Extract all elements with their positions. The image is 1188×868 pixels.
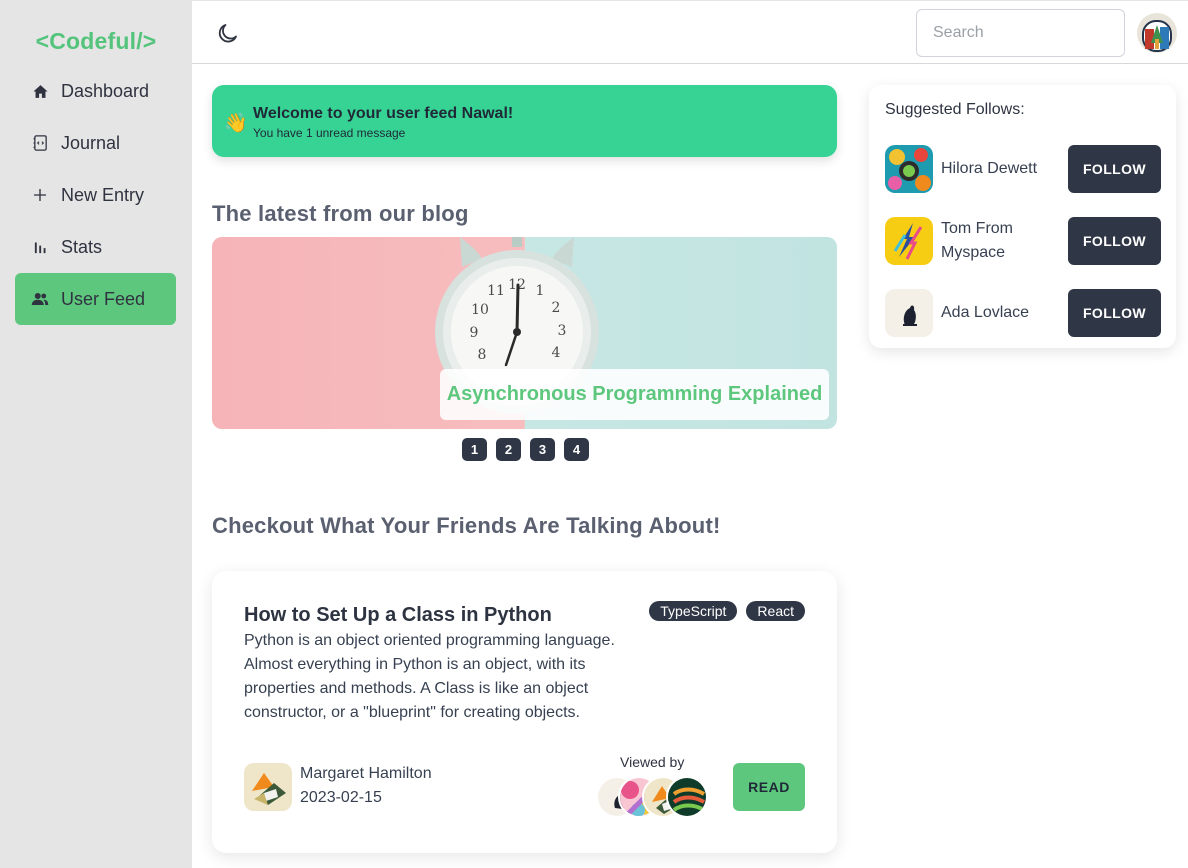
suggested-user-row: Ada Lovlace FOLLOW xyxy=(885,289,1161,337)
suggested-user-name[interactable]: Tom From Myspace xyxy=(941,217,1051,265)
home-icon xyxy=(31,82,49,100)
sidebar-item-label: New Entry xyxy=(61,184,145,205)
blog-post-caption[interactable]: Asynchronous Programming Explained xyxy=(440,369,829,420)
search-input[interactable] xyxy=(916,9,1125,57)
svg-text:3: 3 xyxy=(558,323,567,339)
carousel-pagination: 1 2 3 4 xyxy=(462,438,589,461)
post-card: How to Set Up a Class in Python TypeScri… xyxy=(212,571,837,853)
sidebar-item-label: Dashboard xyxy=(61,80,150,101)
author-name[interactable]: Margaret Hamilton xyxy=(300,765,432,783)
blog-carousel[interactable]: 1212 3411 1098 Asynchronous Programming … xyxy=(212,237,837,429)
users-icon xyxy=(31,290,49,308)
bar-chart-icon xyxy=(31,238,49,256)
author-avatar[interactable] xyxy=(244,763,292,811)
plus-icon xyxy=(31,186,49,204)
tag-typescript[interactable]: TypeScript xyxy=(649,601,738,621)
carousel-page-4[interactable]: 4 xyxy=(564,438,589,461)
carousel-page-1[interactable]: 1 xyxy=(462,438,487,461)
user-avatar[interactable] xyxy=(1137,13,1177,53)
post-date: 2023-02-15 xyxy=(300,789,382,806)
unread-message-text[interactable]: You have 1 unread message xyxy=(253,126,405,140)
app-logo[interactable]: <Codeful/> xyxy=(0,28,192,55)
tag-react[interactable]: React xyxy=(746,601,805,621)
post-title[interactable]: How to Set Up a Class in Python xyxy=(244,604,552,627)
post-body: Python is an object oriented programming… xyxy=(244,632,615,721)
sidebar-item-label: Journal xyxy=(61,132,121,153)
welcome-banner: 👋 Welcome to your user feed Nawal! You h… xyxy=(212,85,837,157)
suggested-user-row: Tom From Myspace FOLLOW xyxy=(885,217,1161,265)
sidebar-item-dashboard[interactable]: Dashboard xyxy=(15,65,176,117)
top-bar xyxy=(192,0,1188,64)
carousel-page-2[interactable]: 2 xyxy=(496,438,521,461)
sidebar-nav: Dashboard Journal New Entry Stats User F… xyxy=(15,65,176,325)
sidebar-item-journal[interactable]: Journal xyxy=(15,117,176,169)
post-tags: TypeScript React xyxy=(649,601,805,621)
svg-text:10: 10 xyxy=(471,302,489,318)
suggested-follows-title: Suggested Follows: xyxy=(885,101,1025,118)
carousel-page-3[interactable]: 3 xyxy=(530,438,555,461)
suggested-user-name[interactable]: Hilora Dewett xyxy=(941,157,1051,181)
suggested-user-name[interactable]: Ada Lovlace xyxy=(941,301,1051,325)
user-avatar[interactable] xyxy=(885,289,933,337)
follow-button[interactable]: FOLLOW xyxy=(1068,217,1161,265)
follow-button[interactable]: FOLLOW xyxy=(1068,289,1161,337)
sidebar-item-label: Stats xyxy=(61,236,103,257)
moon-icon[interactable] xyxy=(216,21,240,45)
welcome-title: Welcome to your user feed Nawal! xyxy=(253,105,514,122)
sidebar-item-stats[interactable]: Stats xyxy=(15,221,176,273)
sidebar-item-new-entry[interactable]: New Entry xyxy=(15,169,176,221)
viewed-by-label: Viewed by xyxy=(620,754,685,770)
sidebar: <Codeful/> Dashboard Journal New Entry S… xyxy=(0,0,192,868)
journal-icon xyxy=(31,134,49,152)
sidebar-item-label: User Feed xyxy=(61,288,146,309)
follow-button[interactable]: FOLLOW xyxy=(1068,145,1161,193)
svg-text:8: 8 xyxy=(478,347,487,363)
friends-heading: Checkout What Your Friends Are Talking A… xyxy=(212,513,721,538)
sidebar-item-user-feed[interactable]: User Feed xyxy=(15,273,176,325)
viewer-avatar[interactable] xyxy=(666,776,708,818)
svg-text:11: 11 xyxy=(487,283,505,299)
read-button[interactable]: READ xyxy=(733,763,805,811)
suggested-follows-panel: Suggested Follows: Hilora Dewett FOLLOW … xyxy=(869,85,1176,348)
blog-heading: The latest from our blog xyxy=(212,201,469,226)
viewer-avatars xyxy=(596,776,712,818)
svg-text:4: 4 xyxy=(552,345,561,361)
user-avatar[interactable] xyxy=(885,145,933,193)
suggested-user-row: Hilora Dewett FOLLOW xyxy=(885,145,1161,193)
svg-text:2: 2 xyxy=(552,300,561,316)
user-avatar[interactable] xyxy=(885,217,933,265)
wave-emoji: 👋 xyxy=(224,113,248,134)
svg-text:9: 9 xyxy=(470,325,479,341)
svg-text:1: 1 xyxy=(536,283,545,299)
